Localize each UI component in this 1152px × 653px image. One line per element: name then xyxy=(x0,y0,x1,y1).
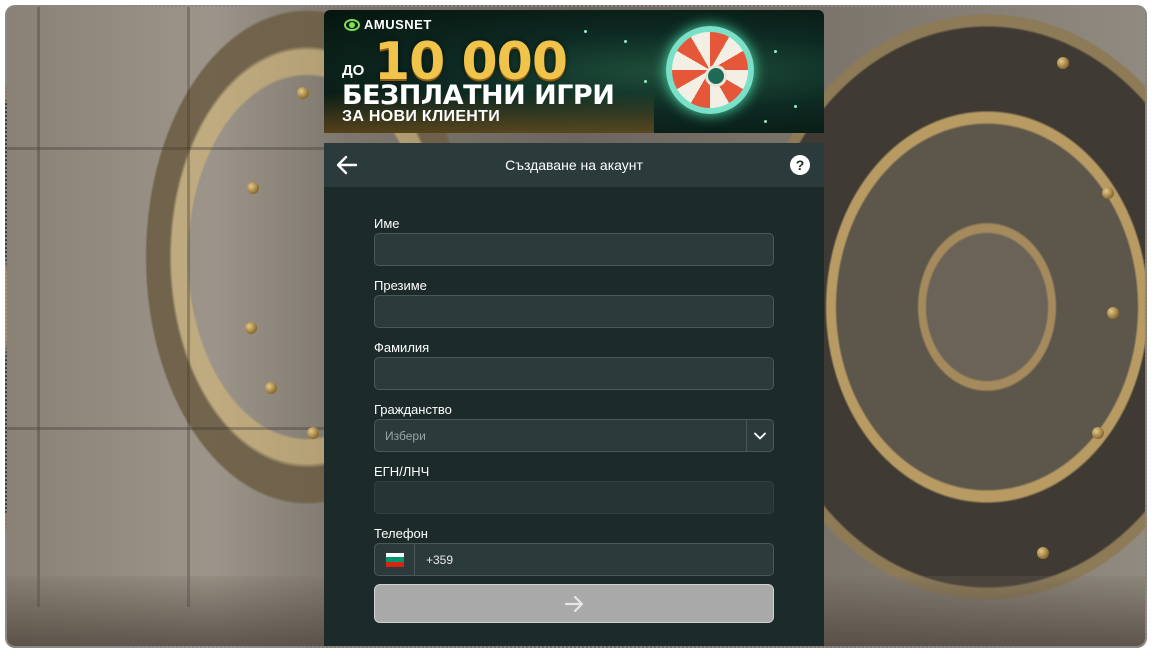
citizenship-select[interactable]: Избери xyxy=(374,419,774,452)
arrow-left-icon xyxy=(336,155,358,175)
sparkle xyxy=(794,105,797,108)
wall-seam xyxy=(187,7,190,607)
middle-name-label: Презиме xyxy=(374,278,427,293)
vault-bolt xyxy=(247,182,259,194)
citizenship-selected-value: Избери xyxy=(385,428,426,443)
phone-input[interactable] xyxy=(415,544,773,575)
vault-bolt xyxy=(1037,547,1049,559)
promo-subheadline: ЗА НОВИ КЛИЕНТИ xyxy=(342,108,501,125)
last-name-label: Фамилия xyxy=(374,340,430,355)
middle-name-group: Презиме xyxy=(374,277,774,328)
fortune-wheel-icon xyxy=(666,26,754,114)
back-button[interactable] xyxy=(334,152,360,178)
wall-seam xyxy=(7,147,327,150)
sparkle xyxy=(644,80,647,83)
registration-modal: Създаване на акаунт ? Име Презиме Фамили… xyxy=(324,143,824,646)
help-icon[interactable]: ? xyxy=(790,155,810,175)
phone-label: Телефон xyxy=(374,526,428,541)
bulgaria-flag-icon xyxy=(385,552,404,567)
vault-bolt xyxy=(265,382,277,394)
country-code-selector[interactable] xyxy=(375,544,415,575)
egn-label: ЕГН/ЛНЧ xyxy=(374,464,430,479)
sparkle xyxy=(764,120,767,123)
wall-seam xyxy=(7,427,327,430)
vault-bolt xyxy=(1107,307,1119,319)
first-name-group: Име xyxy=(374,215,774,266)
brand-name: AMUSNET xyxy=(364,17,432,32)
egn-group: ЕГН/ЛНЧ xyxy=(374,463,774,514)
first-name-input[interactable] xyxy=(374,233,774,266)
middle-name-input[interactable] xyxy=(374,295,774,328)
modal-header: Създаване на акаунт ? xyxy=(324,143,824,187)
submit-button[interactable] xyxy=(374,584,774,623)
vault-bolt xyxy=(1092,427,1104,439)
last-name-input[interactable] xyxy=(374,357,774,390)
phone-group: Телефон xyxy=(374,525,774,576)
wheel-hub xyxy=(705,65,727,87)
citizenship-label: Гражданство xyxy=(374,402,452,417)
citizenship-group: Гражданство Избери xyxy=(374,401,774,452)
sparkle xyxy=(624,40,627,43)
egn-input[interactable] xyxy=(374,481,774,514)
sparkle xyxy=(584,30,587,33)
arrow-right-icon xyxy=(564,595,584,612)
brand-logo-icon xyxy=(344,18,360,31)
brand-logo: AMUSNET xyxy=(344,17,432,32)
vault-bolt xyxy=(1057,57,1069,69)
wall-seam xyxy=(37,7,40,607)
chevron-down-icon[interactable] xyxy=(746,420,773,451)
vault-bolt xyxy=(297,87,309,99)
phone-field xyxy=(374,543,774,576)
vault-bolt xyxy=(307,427,319,439)
promo-headline: БЕЗПЛАТНИ ИГРИ xyxy=(342,80,615,111)
sparkle xyxy=(774,50,777,53)
vault-bolt xyxy=(1102,187,1114,199)
vault-bolt xyxy=(245,322,257,334)
last-name-group: Фамилия xyxy=(374,339,774,390)
first-name-label: Име xyxy=(374,216,400,231)
modal-title: Създаване на акаунт xyxy=(505,157,643,173)
promo-prefix: ДО xyxy=(342,62,365,79)
registration-form: Име Презиме Фамилия Гражданство Избери Е… xyxy=(374,215,774,623)
promo-banner[interactable]: AMUSNET ДО 10 000 БЕЗПЛАТНИ ИГРИ ЗА НОВИ… xyxy=(324,10,824,133)
